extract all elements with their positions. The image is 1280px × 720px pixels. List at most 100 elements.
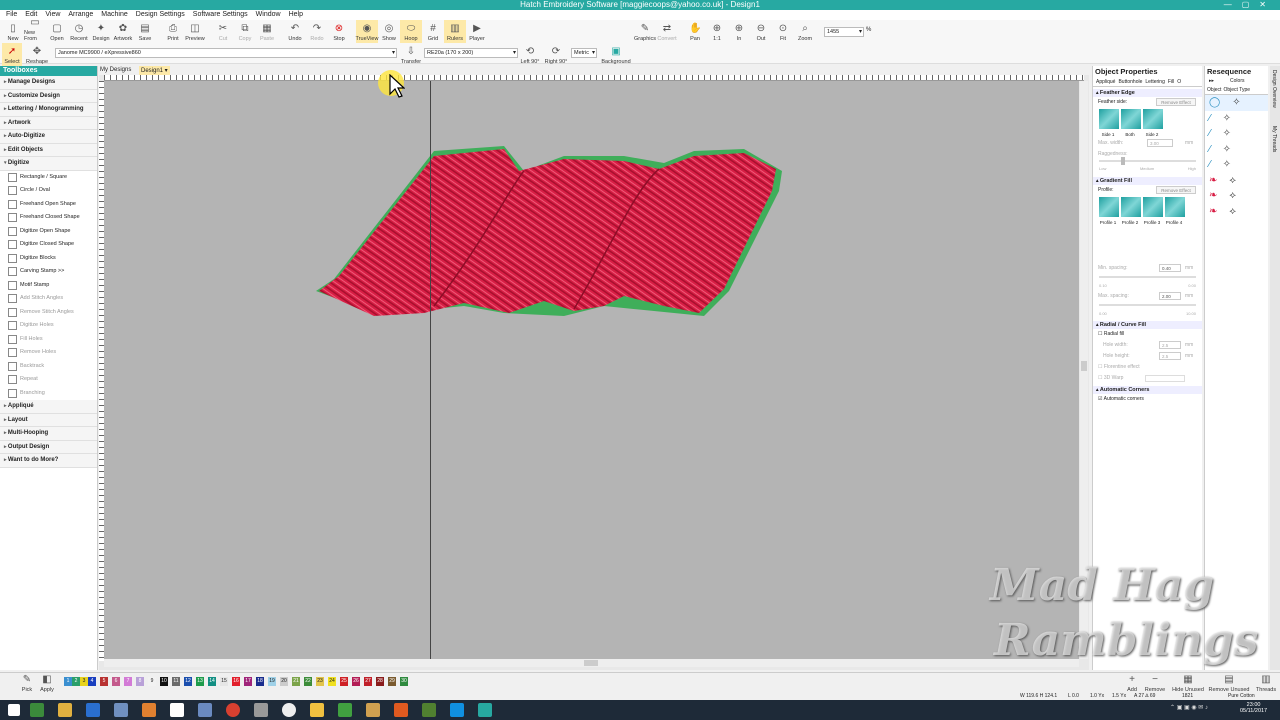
tab-design-overview[interactable]: Design Overview [1271,70,1277,108]
background-button[interactable]: ▣ Background [600,43,632,66]
tool-icon[interactable] [366,703,380,717]
thread-color-chip[interactable]: 6 [112,677,120,686]
thread-color-chip[interactable]: 8 [136,677,144,686]
show-button[interactable]: ◎ Show [378,20,400,43]
side1-swatch[interactable] [1099,109,1119,129]
resequence-row[interactable]: ⁄ ✧ [1205,111,1268,127]
thread-color-chip[interactable]: 13 [196,677,204,686]
thread-color-chip[interactable]: 18 [256,677,264,686]
tab-my-designs[interactable]: My Designs [100,67,131,73]
min-spacing-input[interactable]: 0.40 [1159,264,1181,272]
folder2-icon[interactable] [310,703,324,717]
chrome-icon[interactable] [226,703,240,717]
undo-button[interactable]: ↶ Undo [284,20,306,43]
units-select[interactable]: Metric [571,48,597,58]
media-icon[interactable] [142,703,156,717]
toolbox-customize-design[interactable]: Customize Design [0,89,97,103]
hole-height-input[interactable]: 2.5 [1159,352,1181,360]
player-button[interactable]: ▶ Player [466,20,488,43]
tool-motif-stamp[interactable]: Motif Stamp [0,279,97,293]
cut-button[interactable]: ✂ Cut [212,20,234,43]
out-button[interactable]: ⊖ Out [750,20,772,43]
remove-unused-button[interactable]: ▤ Remove Unused [1206,671,1252,694]
design-canvas[interactable] [104,81,1079,659]
remove-color-button[interactable]: − Remove [1143,671,1167,694]
thread-color-chip[interactable]: 14 [208,677,216,686]
toolbox-output-design[interactable]: Output Design [0,440,97,454]
tool-repeat[interactable]: Repeat [0,373,97,387]
trueview-button[interactable]: ◉ TrueView [356,20,378,43]
menu-arrange[interactable]: Arrange [68,10,93,20]
toolbox-multi-hooping[interactable]: Multi-Hooping [0,427,97,441]
taskbar-app-icon[interactable] [30,703,44,717]
thread-color-chip[interactable]: 2 [72,677,80,686]
app-c-icon[interactable] [338,703,352,717]
app-orange-icon[interactable] [394,703,408,717]
apply-button[interactable]: ◧ Apply [36,671,58,694]
profile2-swatch[interactable] [1121,197,1141,217]
resequence-row[interactable]: ❧ ⟡ [1205,173,1268,189]
threads-button[interactable]: ▥ Threads [1254,671,1278,694]
tool-digitize-blocks[interactable]: Digitize Blocks [0,252,97,266]
artwork-button[interactable]: ✿ Artwork [112,20,134,43]
app-green-icon[interactable] [422,703,436,717]
thread-color-chip[interactable]: 21 [292,677,300,686]
stop-button[interactable]: ⊗ Stop [328,20,350,43]
radial-fill-header[interactable]: Radial / Curve Fill [1093,321,1202,329]
toolbox-lettering-monogramming[interactable]: Lettering / Monogramming [0,103,97,117]
menu-window[interactable]: Window [256,10,281,20]
profile3-swatch[interactable] [1143,197,1163,217]
toolbox-appliqu-[interactable]: Appliqué [0,400,97,414]
tool-rectangle-square[interactable]: Rectangle / Square [0,171,97,185]
select-tool[interactable]: ➚ Select [2,43,22,66]
add-color-button[interactable]: + Add [1121,671,1143,694]
1-1-button[interactable]: ⊕ 1:1 [706,20,728,43]
horizontal-scrollbar[interactable] [104,659,1079,667]
zoom-button[interactable]: ⌕ Zoom [794,20,816,43]
convert-button[interactable]: ⇄ Convert [656,20,678,43]
profile1-swatch[interactable] [1099,197,1119,217]
preview-button[interactable]: ◫ Preview [184,20,206,43]
machine-select[interactable]: Janome MC9900 / eXpressive860 [55,48,397,58]
thread-color-chip[interactable]: 7 [124,677,132,686]
resequence-row[interactable]: ⁄ ✧ [1205,142,1268,158]
thread-color-chip[interactable]: 22 [304,677,312,686]
graphics-button[interactable]: ✎ Graphics [634,20,656,43]
resequence-row[interactable]: ❧ ⟡ [1205,188,1268,204]
florentine-checkbox[interactable]: Florentine effect [1104,364,1140,370]
thread-color-chip[interactable]: 10 [160,677,168,686]
tab-design1[interactable]: Design1 ▾ [139,66,170,75]
thread-color-chip[interactable]: 4 [88,677,96,686]
fit-button[interactable]: ⊙ Fit [772,20,794,43]
thread-color-chip[interactable]: 12 [184,677,192,686]
menu-file[interactable]: File [6,10,17,20]
thread-color-chip[interactable]: 11 [172,677,180,686]
tab-my-threads[interactable]: My Threads [1271,126,1277,152]
thread-color-chip[interactable]: 1 [64,677,72,686]
side2-swatch[interactable] [1143,109,1163,129]
tool-digitize-holes[interactable]: Digitize Holes [0,319,97,333]
tool-carving-stamp-[interactable]: Carving Stamp >> [0,265,97,279]
thread-color-chip[interactable]: 16 [232,677,240,686]
menu-machine[interactable]: Machine [101,10,127,20]
document-icon[interactable] [114,703,128,717]
resequence-expand-button[interactable]: ▸▸ [1209,77,1214,86]
tool-add-stitch-angles[interactable]: Add Stitch Angles [0,292,97,306]
zoom-select[interactable]: 1455 [824,27,864,37]
toolbox-edit-objects[interactable]: Edit Objects [0,143,97,157]
hoop-button[interactable]: ⬭ Hoop [400,20,422,43]
hatch-icon[interactable] [478,703,492,717]
print-button[interactable]: ⎙ Print [162,20,184,43]
tool-freehand-open-shape[interactable]: Freehand Open Shape [0,198,97,212]
pan-button[interactable]: ✋ Pan [684,20,706,43]
toolbox-layout[interactable]: Layout [0,413,97,427]
tab-object[interactable]: Object [1207,86,1221,94]
tab-o[interactable]: O [1177,77,1181,86]
tab-object-type[interactable]: Object Type [1223,86,1250,94]
thread-color-chip[interactable]: 27 [364,677,372,686]
profile4-swatch[interactable] [1165,197,1185,217]
automatic-corners-header[interactable]: Automatic Corners [1093,386,1202,394]
menu-view[interactable]: View [45,10,60,20]
save-button[interactable]: ▤ Save [134,20,156,43]
design-button[interactable]: ✦ Design [90,20,112,43]
